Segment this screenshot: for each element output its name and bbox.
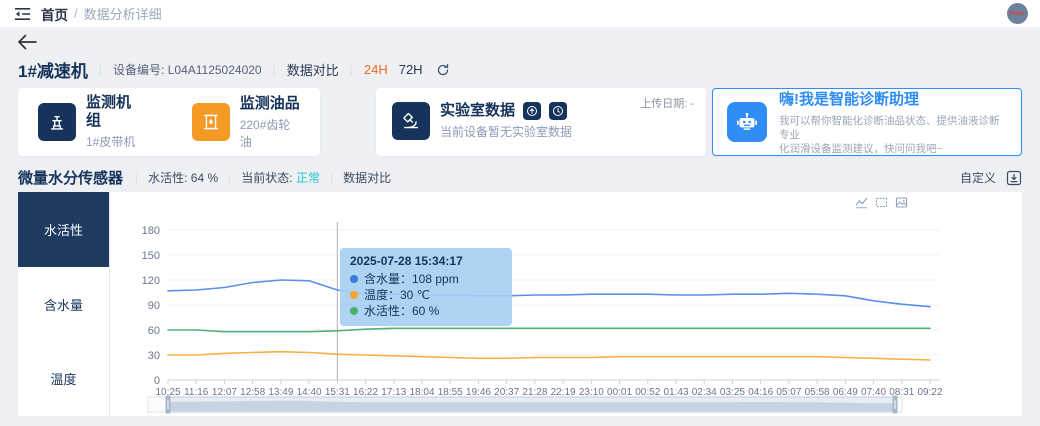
svg-text:00:01: 00:01 bbox=[607, 387, 632, 398]
svg-text:05:58: 05:58 bbox=[805, 387, 830, 398]
svg-text:23:10: 23:10 bbox=[579, 387, 604, 398]
svg-text:07:40: 07:40 bbox=[861, 387, 886, 398]
tab-water-content[interactable]: 含水量 bbox=[18, 267, 109, 342]
upload-icon[interactable] bbox=[523, 102, 541, 120]
chart-toolbox bbox=[855, 196, 908, 209]
range-24h-button[interactable]: 24H bbox=[364, 62, 388, 77]
svg-text:05:07: 05:07 bbox=[776, 387, 801, 398]
svg-text:120: 120 bbox=[142, 275, 160, 287]
toolbox-zoom-icon[interactable] bbox=[875, 196, 888, 209]
svg-text:12:58: 12:58 bbox=[240, 387, 265, 398]
status-badge: 正常 bbox=[296, 171, 320, 185]
lab-data-card[interactable]: 上传日期: - 实验室数据 当前 bbox=[376, 88, 706, 156]
ai-assistant-card[interactable]: 嗨!我是智能诊断助理 我可以帮你智能化诊断油品状态、提供油液诊断专业 化润滑设备… bbox=[712, 88, 1022, 156]
unit-title: 监测机组 bbox=[86, 94, 144, 130]
tooltip-item: 温度：30 ℃ bbox=[350, 287, 502, 303]
oil-subtitle: 220#齿轮油 bbox=[240, 116, 300, 150]
monitor-card[interactable]: 监测机组 1#皮带机 监测油品 220#齿轮油 bbox=[18, 88, 320, 156]
svg-text:06:49: 06:49 bbox=[833, 387, 858, 398]
top-bar: 首页 / 数据分析详细 inzkc bbox=[0, 0, 1040, 28]
sensor-title: 微量水分传感器 bbox=[18, 167, 123, 188]
svg-text:20:37: 20:37 bbox=[494, 387, 519, 398]
status-label: 当前状态: 正常 bbox=[241, 169, 320, 186]
lab-subtitle: 当前设备暂无实验室数据 bbox=[440, 123, 572, 140]
custom-range-button[interactable]: 自定义 bbox=[960, 169, 996, 186]
svg-text:13:49: 13:49 bbox=[268, 387, 293, 398]
svg-text:04:16: 04:16 bbox=[748, 387, 773, 398]
svg-text:03:25: 03:25 bbox=[720, 387, 745, 398]
machine-icon bbox=[38, 103, 76, 141]
device-title: 1#减速机 bbox=[18, 57, 88, 82]
tab-water-activity[interactable]: 水活性 bbox=[18, 192, 109, 267]
chart-tooltip: 2025-07-28 15:34:17 含水量：108 ppm温度：30 ℃水活… bbox=[340, 248, 512, 326]
toolbox-save-image-icon[interactable] bbox=[895, 196, 908, 209]
tab-temperature[interactable]: 温度 bbox=[18, 341, 109, 416]
refresh-icon[interactable] bbox=[436, 63, 450, 77]
menu-collapse-icon[interactable] bbox=[14, 7, 31, 21]
svg-text:17:13: 17:13 bbox=[381, 387, 406, 398]
svg-text:60: 60 bbox=[148, 325, 160, 337]
chart-panel: 水活性 含水量 温度 030609012015018010:2511:1612:… bbox=[18, 192, 1022, 416]
tooltip-item: 含水量：108 ppm bbox=[350, 271, 502, 287]
svg-text:02:34: 02:34 bbox=[692, 387, 717, 398]
back-button[interactable] bbox=[16, 32, 40, 54]
oil-title: 监测油品 bbox=[240, 95, 300, 113]
svg-text:14:40: 14:40 bbox=[297, 387, 322, 398]
range-72h-button[interactable]: 72H bbox=[399, 62, 423, 77]
lab-title: 实验室数据 bbox=[440, 102, 515, 120]
sensor-section-header: 微量水分传感器 | 水活性: 64 % | 当前状态: 正常 | 数据对比 自定… bbox=[18, 167, 1022, 188]
svg-text:0: 0 bbox=[154, 375, 160, 387]
data-compare-label[interactable]: 数据对比 bbox=[287, 60, 339, 79]
svg-text:18:55: 18:55 bbox=[438, 387, 463, 398]
ai-title: 嗨!我是智能诊断助理 bbox=[779, 88, 1007, 109]
line-chart[interactable]: 030609012015018010:2511:1612:0712:5813:4… bbox=[110, 192, 1022, 416]
download-icon[interactable] bbox=[1006, 170, 1022, 186]
breadcrumb-current: 数据分析详细 bbox=[84, 4, 162, 23]
series-dot-icon bbox=[350, 275, 358, 283]
monitor-oil[interactable]: 监测油品 220#齿轮油 bbox=[192, 95, 300, 150]
svg-text:01:43: 01:43 bbox=[663, 387, 688, 398]
microscope-icon bbox=[392, 102, 430, 140]
series-dot-icon bbox=[350, 307, 358, 315]
tooltip-item: 水活性：60 % bbox=[350, 303, 502, 319]
back-arrow-icon bbox=[16, 32, 38, 52]
water-activity-value: 水活性: 64 % bbox=[148, 169, 218, 186]
svg-text:90: 90 bbox=[148, 300, 160, 312]
svg-text:00:52: 00:52 bbox=[635, 387, 660, 398]
device-code: 设备编号: L04A1125024020 bbox=[113, 61, 262, 78]
upload-date-label: 上传日期: - bbox=[640, 95, 694, 111]
ai-description: 我可以帮你智能化诊断油品状态、提供油液诊断专业 化润滑设备监测建议，快问问我吧~ bbox=[779, 114, 1007, 156]
monitor-unit[interactable]: 监测机组 1#皮带机 bbox=[38, 94, 144, 150]
svg-text:150: 150 bbox=[142, 250, 160, 262]
unit-subtitle: 1#皮带机 bbox=[86, 133, 144, 150]
svg-text:12:07: 12:07 bbox=[212, 387, 237, 398]
svg-text:15:31: 15:31 bbox=[325, 387, 350, 398]
section-compare-label[interactable]: 数据对比 bbox=[343, 169, 391, 186]
svg-text:18:04: 18:04 bbox=[409, 387, 434, 398]
svg-text:21:28: 21:28 bbox=[522, 387, 547, 398]
svg-text:16:22: 16:22 bbox=[353, 387, 378, 398]
svg-text:180: 180 bbox=[142, 225, 160, 237]
breadcrumb-separator: / bbox=[74, 6, 78, 21]
svg-text:30: 30 bbox=[148, 350, 160, 362]
robot-icon bbox=[727, 102, 767, 142]
avatar[interactable]: inzkc bbox=[1007, 3, 1028, 24]
toolbox-line-icon[interactable] bbox=[855, 196, 868, 209]
svg-text:09:22: 09:22 bbox=[917, 387, 942, 398]
svg-text:22:19: 22:19 bbox=[551, 387, 576, 398]
svg-text:19:46: 19:46 bbox=[466, 387, 491, 398]
series-dot-icon bbox=[350, 291, 358, 299]
history-clock-icon[interactable] bbox=[549, 102, 567, 120]
device-header: 1#减速机 | 设备编号: L04A1125024020 | 数据对比 | 24… bbox=[18, 57, 450, 82]
breadcrumb-home[interactable]: 首页 bbox=[41, 4, 68, 24]
svg-text:11:16: 11:16 bbox=[184, 387, 209, 398]
tooltip-time: 2025-07-28 15:34:17 bbox=[350, 254, 502, 268]
oil-barrel-icon bbox=[192, 103, 230, 141]
metric-tabs: 水活性 含水量 温度 bbox=[18, 192, 110, 416]
